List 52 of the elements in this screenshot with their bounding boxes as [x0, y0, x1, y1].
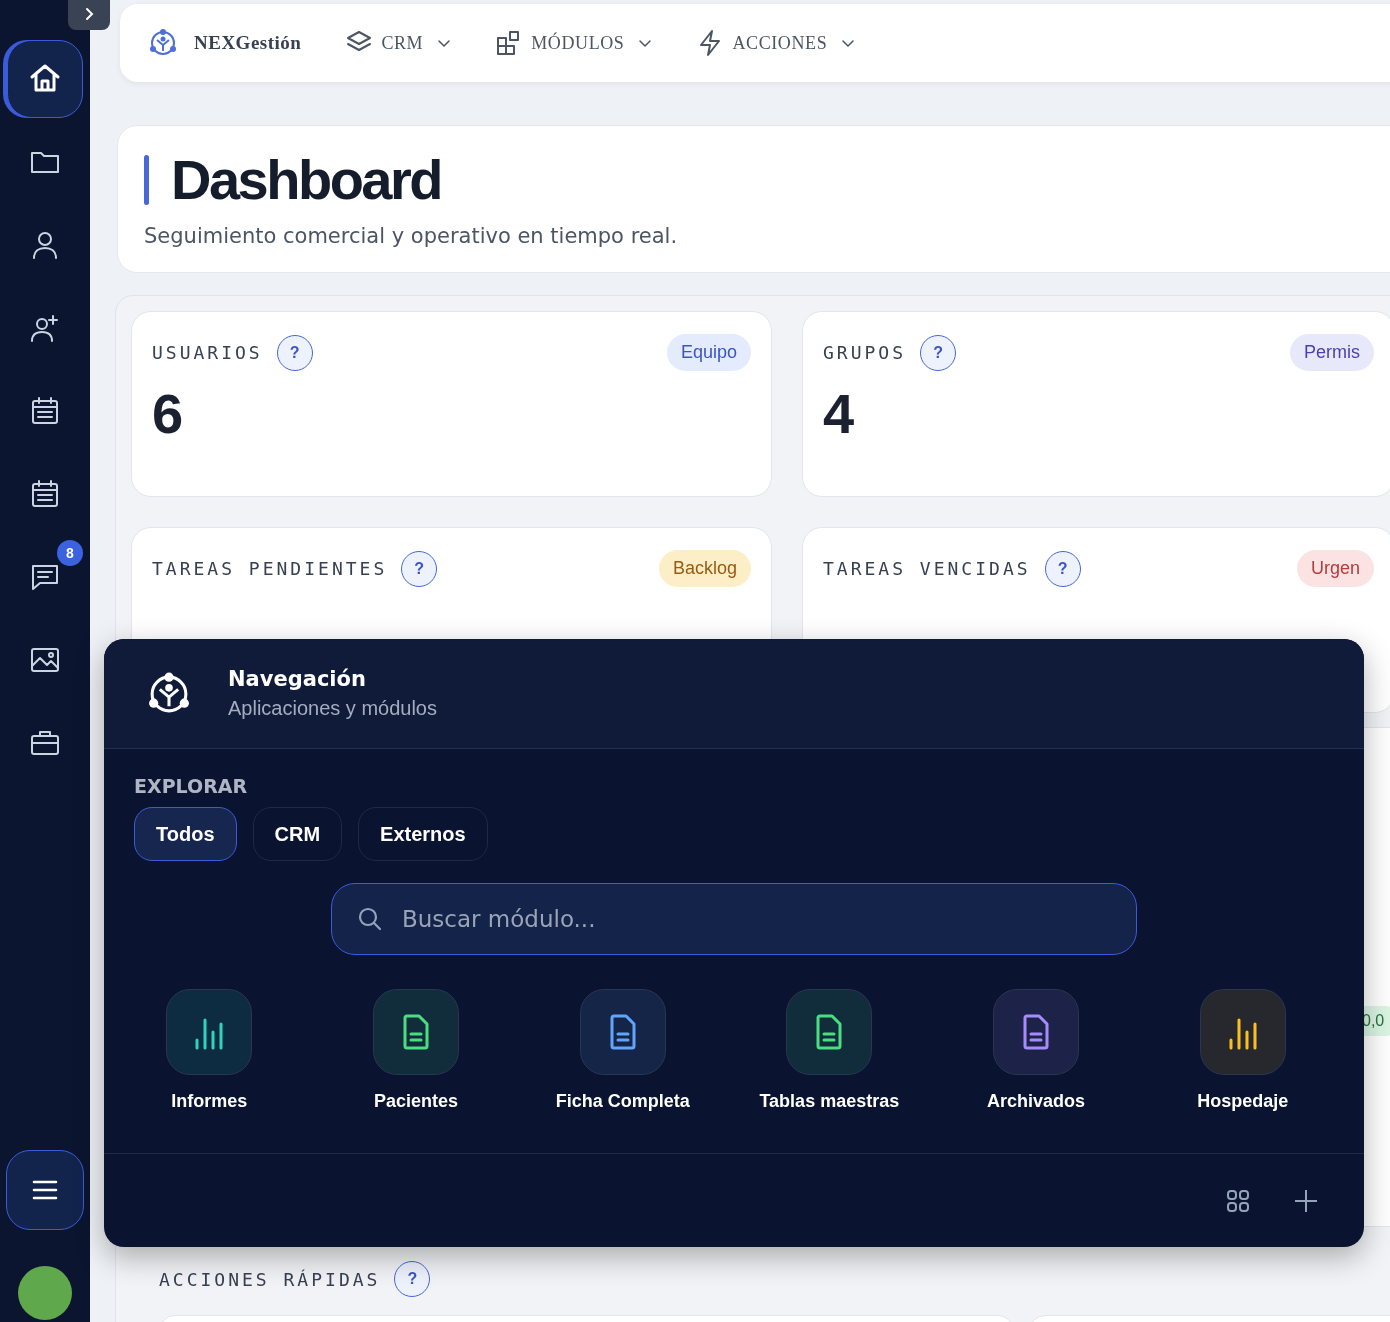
stat-value: 4 [823, 381, 856, 446]
menu-button[interactable]: ACCIONES [696, 29, 856, 57]
module-button[interactable]: Tablas maestras [726, 989, 933, 1112]
module-button[interactable]: Archivados [932, 989, 1140, 1112]
page-subtitle: Seguimiento comercial y operativo en tiempo real. [144, 224, 679, 248]
plus-icon [1294, 1188, 1318, 1213]
menu-button[interactable]: CRM [345, 29, 452, 57]
section-title: ACCIONES RÁPIDAS [159, 1268, 381, 1290]
stat-label: TAREAS PENDIENTES [152, 558, 388, 579]
panel-subtitle: Aplicaciones y módulos [228, 697, 437, 720]
grid-icon [1226, 1188, 1250, 1213]
search-icon [357, 906, 383, 932]
tag: Backlog [658, 550, 751, 587]
stat-value: 6 [152, 381, 185, 446]
logo-icon [148, 28, 178, 58]
panel-title: Navegación [228, 667, 367, 691]
filter-tab[interactable]: Externos [358, 807, 488, 861]
module-button[interactable]: Hospedaje [1139, 989, 1346, 1112]
help-button[interactable]: ? [276, 334, 313, 371]
count-badge: 8 [57, 540, 83, 566]
sidebar-item[interactable]: 8 [7, 538, 83, 616]
stat-label: TAREAS VENCIDAS [823, 558, 1031, 579]
help-button[interactable]: ? [394, 1261, 431, 1297]
help-button[interactable]: ? [401, 550, 438, 587]
avatar[interactable] [18, 1266, 72, 1320]
help-button[interactable]: ? [920, 334, 957, 371]
filter-tab[interactable]: CRM [252, 807, 343, 861]
calendar-list-icon [29, 395, 61, 427]
help-button[interactable]: ? [1044, 550, 1081, 587]
module-button[interactable]: Ficha Completa [519, 989, 726, 1112]
stat-label: USUARIOS [152, 342, 263, 363]
stat-label: GRUPOS [823, 342, 907, 363]
menu-button[interactable]: MÓDULOS [495, 29, 653, 57]
calendar-list-icon [29, 478, 61, 510]
brand-name[interactable]: NEXGestión [194, 32, 302, 54]
home-icon [29, 63, 61, 95]
module-button[interactable]: Pacientes [312, 989, 520, 1112]
user-plus-icon [29, 312, 61, 344]
tag: Equipo [666, 334, 751, 371]
search-field[interactable]: Buscar módulo... [331, 883, 1137, 955]
add-button[interactable] [1294, 1188, 1318, 1213]
module-button[interactable]: Informes [106, 989, 313, 1112]
tag: Permis [1290, 334, 1374, 371]
menu-icon [32, 1179, 58, 1201]
menu-button[interactable] [6, 1150, 84, 1230]
tag: Urgen [1296, 550, 1374, 587]
page-title: Dashboard [171, 148, 441, 212]
accent-bar [144, 155, 149, 205]
expand-button[interactable] [68, 0, 110, 30]
section-label: EXPLORAR [134, 775, 249, 797]
grid-button[interactable] [1226, 1188, 1250, 1213]
filter-tab[interactable]: Todos [134, 807, 237, 861]
